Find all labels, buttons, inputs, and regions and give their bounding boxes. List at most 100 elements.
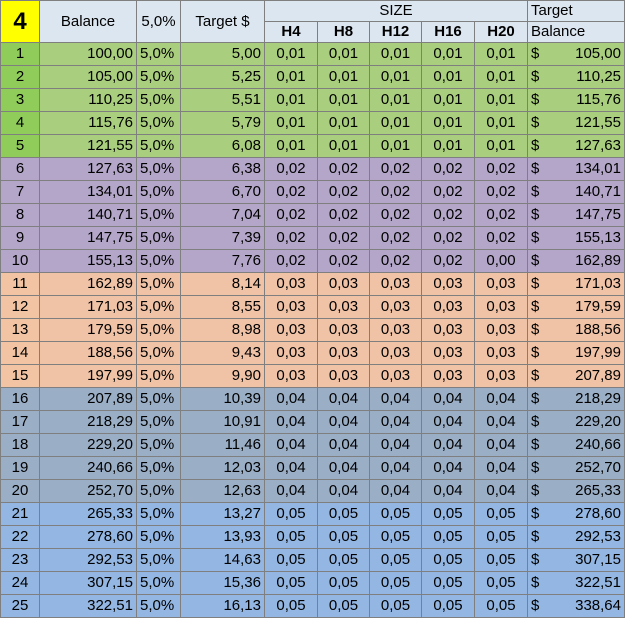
- target-cell[interactable]: 14,63: [180, 548, 265, 572]
- size-cell[interactable]: 0,03: [421, 364, 475, 388]
- final-balance-cell[interactable]: $179,59: [527, 295, 625, 319]
- size-cell[interactable]: 0,01: [317, 88, 370, 112]
- target-cell[interactable]: 16,13: [180, 594, 265, 618]
- target-cell[interactable]: 7,39: [180, 226, 265, 250]
- header-final-bottom[interactable]: Balance: [527, 21, 625, 43]
- rate-cell[interactable]: 5,0%: [136, 548, 181, 572]
- header-size-h4[interactable]: H4: [264, 21, 318, 43]
- size-cell[interactable]: 0,02: [369, 249, 422, 273]
- size-cell[interactable]: 0,04: [264, 387, 318, 411]
- size-cell[interactable]: 0,03: [369, 318, 422, 342]
- balance-cell[interactable]: 240,66: [39, 456, 137, 480]
- size-cell[interactable]: 0,03: [474, 272, 528, 296]
- size-cell[interactable]: 0,02: [474, 226, 528, 250]
- final-balance-cell[interactable]: $292,53: [527, 525, 625, 549]
- rate-cell[interactable]: 5,0%: [136, 318, 181, 342]
- final-balance-cell[interactable]: $188,56: [527, 318, 625, 342]
- size-cell[interactable]: 0,03: [264, 364, 318, 388]
- size-cell[interactable]: 0,04: [317, 479, 370, 503]
- size-cell[interactable]: 0,03: [474, 364, 528, 388]
- final-balance-cell[interactable]: $115,76: [527, 88, 625, 112]
- rate-cell[interactable]: 5,0%: [136, 502, 181, 526]
- size-cell[interactable]: 0,05: [474, 594, 528, 618]
- size-cell[interactable]: 0,05: [317, 594, 370, 618]
- final-balance-cell[interactable]: $155,13: [527, 226, 625, 250]
- target-cell[interactable]: 8,14: [180, 272, 265, 296]
- size-cell[interactable]: 0,04: [369, 456, 422, 480]
- size-cell[interactable]: 0,03: [264, 295, 318, 319]
- row-number-cell[interactable]: 20: [0, 479, 40, 503]
- rate-cell[interactable]: 5,0%: [136, 433, 181, 457]
- rate-cell[interactable]: 5,0%: [136, 226, 181, 250]
- target-cell[interactable]: 9,90: [180, 364, 265, 388]
- header-size-group[interactable]: SIZE: [264, 0, 528, 22]
- size-cell[interactable]: 0,02: [317, 226, 370, 250]
- final-balance-cell[interactable]: $252,70: [527, 456, 625, 480]
- row-number-cell[interactable]: 16: [0, 387, 40, 411]
- size-cell[interactable]: 0,04: [474, 410, 528, 434]
- size-cell[interactable]: 0,01: [369, 134, 422, 158]
- size-cell[interactable]: 0,02: [317, 157, 370, 181]
- balance-cell[interactable]: 155,13: [39, 249, 137, 273]
- size-cell[interactable]: 0,02: [474, 157, 528, 181]
- size-cell[interactable]: 0,04: [369, 479, 422, 503]
- size-cell[interactable]: 0,02: [317, 249, 370, 273]
- size-cell[interactable]: 0,03: [317, 364, 370, 388]
- row-number-cell[interactable]: 2: [0, 65, 40, 89]
- size-cell[interactable]: 0,03: [264, 341, 318, 365]
- row-number-cell[interactable]: 9: [0, 226, 40, 250]
- size-cell[interactable]: 0,04: [264, 433, 318, 457]
- header-size-h20[interactable]: H20: [474, 21, 528, 43]
- final-balance-cell[interactable]: $121,55: [527, 111, 625, 135]
- row-number-cell[interactable]: 12: [0, 295, 40, 319]
- row-number-cell[interactable]: 6: [0, 157, 40, 181]
- size-cell[interactable]: 0,05: [317, 571, 370, 595]
- size-cell[interactable]: 0,02: [264, 180, 318, 204]
- balance-cell[interactable]: 100,00: [39, 42, 137, 66]
- final-balance-cell[interactable]: $307,15: [527, 548, 625, 572]
- size-cell[interactable]: 0,03: [317, 272, 370, 296]
- size-cell[interactable]: 0,02: [474, 203, 528, 227]
- final-balance-cell[interactable]: $338,64: [527, 594, 625, 618]
- target-cell[interactable]: 7,76: [180, 249, 265, 273]
- size-cell[interactable]: 0,02: [369, 226, 422, 250]
- row-number-cell[interactable]: 11: [0, 272, 40, 296]
- target-cell[interactable]: 10,91: [180, 410, 265, 434]
- size-cell[interactable]: 0,01: [474, 88, 528, 112]
- size-cell[interactable]: 0,01: [474, 111, 528, 135]
- balance-cell[interactable]: 278,60: [39, 525, 137, 549]
- target-cell[interactable]: 11,46: [180, 433, 265, 457]
- size-cell[interactable]: 0,01: [421, 134, 475, 158]
- row-number-cell[interactable]: 1: [0, 42, 40, 66]
- rate-cell[interactable]: 5,0%: [136, 249, 181, 273]
- size-cell[interactable]: 0,01: [421, 111, 475, 135]
- target-cell[interactable]: 13,93: [180, 525, 265, 549]
- size-cell[interactable]: 0,05: [421, 571, 475, 595]
- final-balance-cell[interactable]: $140,71: [527, 180, 625, 204]
- size-cell[interactable]: 0,04: [474, 387, 528, 411]
- rate-cell[interactable]: 5,0%: [136, 203, 181, 227]
- target-cell[interactable]: 12,03: [180, 456, 265, 480]
- target-cell[interactable]: 8,98: [180, 318, 265, 342]
- size-cell[interactable]: 0,04: [421, 410, 475, 434]
- balance-cell[interactable]: 307,15: [39, 571, 137, 595]
- final-balance-cell[interactable]: $134,01: [527, 157, 625, 181]
- size-cell[interactable]: 0,01: [264, 134, 318, 158]
- size-cell[interactable]: 0,05: [264, 548, 318, 572]
- size-cell[interactable]: 0,03: [317, 318, 370, 342]
- size-cell[interactable]: 0,01: [317, 111, 370, 135]
- size-cell[interactable]: 0,04: [264, 410, 318, 434]
- header-rate[interactable]: 5,0%: [136, 0, 181, 43]
- rate-cell[interactable]: 5,0%: [136, 479, 181, 503]
- size-cell[interactable]: 0,05: [369, 594, 422, 618]
- balance-cell[interactable]: 292,53: [39, 548, 137, 572]
- size-cell[interactable]: 0,03: [421, 341, 475, 365]
- size-cell[interactable]: 0,02: [421, 203, 475, 227]
- row-number-cell[interactable]: 10: [0, 249, 40, 273]
- target-cell[interactable]: 5,00: [180, 42, 265, 66]
- size-cell[interactable]: 0,03: [317, 295, 370, 319]
- final-balance-cell[interactable]: $207,89: [527, 364, 625, 388]
- header-size-h16[interactable]: H16: [421, 21, 475, 43]
- size-cell[interactable]: 0,04: [369, 387, 422, 411]
- size-cell[interactable]: 0,03: [369, 341, 422, 365]
